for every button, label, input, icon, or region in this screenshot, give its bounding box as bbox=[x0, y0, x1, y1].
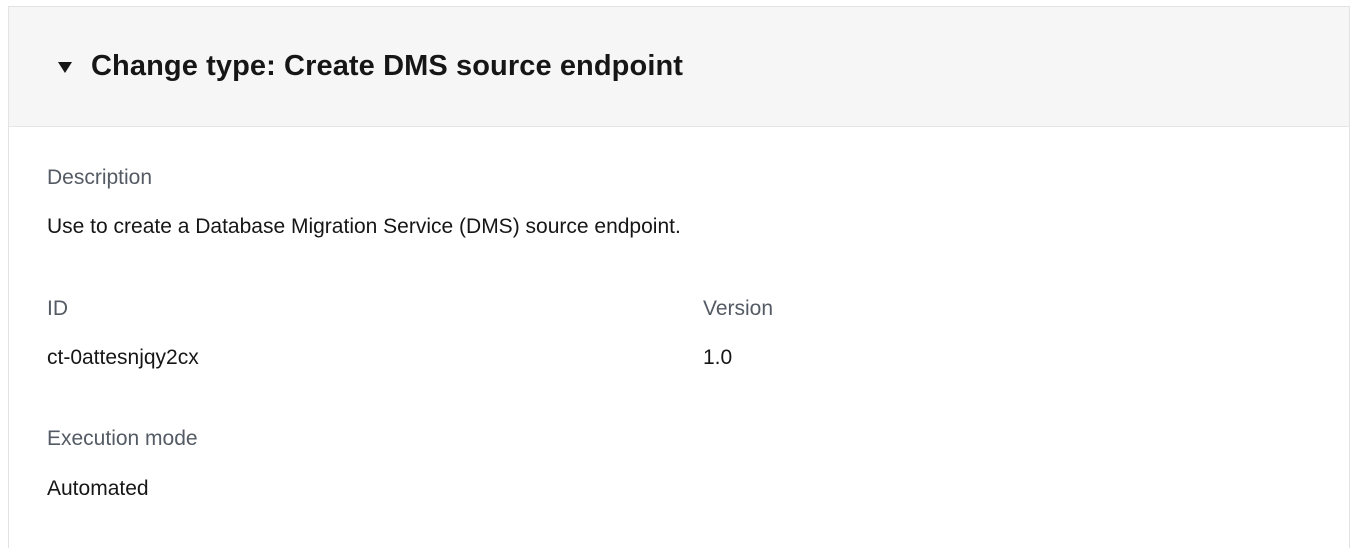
execution-mode-label: Execution mode bbox=[47, 427, 198, 450]
caret-down-icon[interactable] bbox=[58, 62, 72, 73]
description-label: Description bbox=[47, 166, 153, 189]
panel-header[interactable]: Change type: Create DMS source endpoint bbox=[9, 7, 1349, 127]
id-value: ct-0attesnjqy2cx bbox=[47, 346, 199, 369]
version-value: 1.0 bbox=[703, 346, 733, 369]
change-type-panel: Change type: Create DMS source endpoint bbox=[8, 6, 1350, 548]
description-value: Use to create a Database Migration Servi… bbox=[47, 215, 681, 238]
execution-mode-value: Automated bbox=[47, 477, 149, 500]
panel-title: Change type: Create DMS source endpoint bbox=[91, 50, 684, 82]
id-label: ID bbox=[47, 297, 68, 320]
version-label: Version bbox=[703, 297, 774, 320]
